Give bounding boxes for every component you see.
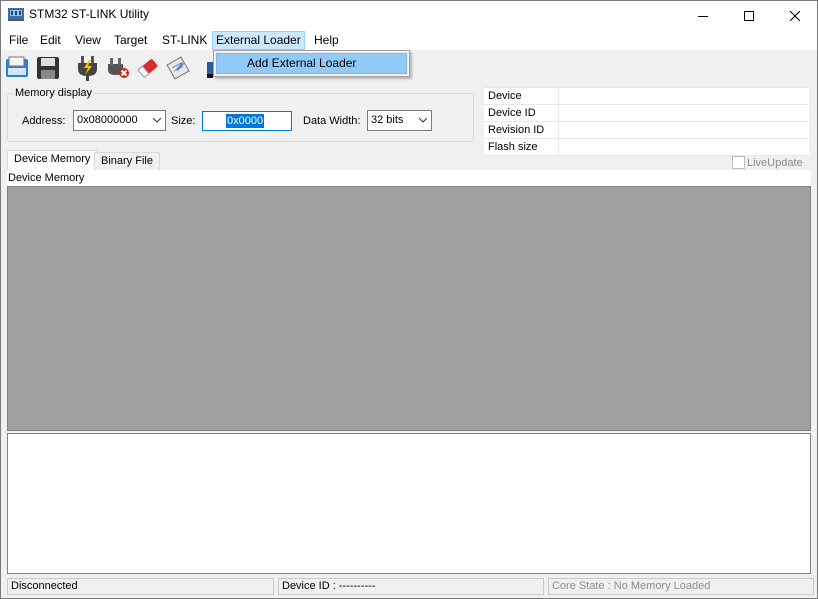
size-label: Size: (171, 115, 196, 127)
tab-device-memory[interactable]: Device Memory (7, 150, 98, 170)
log-area[interactable] (7, 433, 811, 574)
revision-id-key: Revision ID (488, 124, 545, 136)
live-update-checkbox[interactable] (732, 156, 745, 169)
tab-binary-file[interactable]: Binary File (94, 152, 160, 170)
close-icon (790, 10, 800, 21)
status-device-id: Device ID : ---------- (278, 578, 544, 595)
menu-file[interactable]: File (6, 31, 31, 50)
program-button[interactable] (164, 54, 192, 82)
menu-external-loader[interactable]: External Loader (212, 31, 305, 50)
minimize-button[interactable] (680, 1, 726, 30)
disconnect-icon (108, 58, 129, 78)
menu-st-link[interactable]: ST-LINK (159, 31, 210, 50)
chevron-down-icon (153, 117, 161, 123)
minimize-icon (698, 15, 708, 17)
window-title: STM32 ST-LINK Utility (29, 7, 150, 21)
device-id-row: Device ID (484, 105, 809, 122)
close-button[interactable] (772, 1, 818, 30)
data-width-combo[interactable]: 32 bits (367, 110, 432, 131)
maximize-icon (744, 10, 754, 21)
disconnect-button[interactable] (104, 54, 132, 82)
open-file-button[interactable] (4, 54, 32, 82)
address-combo[interactable]: 0x08000000 (73, 110, 166, 131)
status-connection: Disconnected (7, 578, 274, 595)
panel-title: Device Memory (8, 172, 85, 184)
live-update-label: LiveUpdate (747, 157, 803, 169)
device-id-key: Device ID (488, 107, 536, 119)
add-external-loader-label: Add External Loader (247, 56, 357, 70)
address-value: 0x08000000 (77, 114, 138, 126)
connect-icon (78, 56, 97, 81)
flash-size-key: Flash size (488, 141, 538, 153)
address-label: Address: (22, 115, 66, 127)
chevron-down-icon (419, 117, 427, 123)
erase-chip-button[interactable] (134, 54, 162, 82)
menu-help[interactable]: Help (311, 31, 342, 50)
app-icon (8, 7, 24, 21)
device-key: Device (488, 90, 522, 102)
device-info-grid: Device Device ID Revision ID Flash size (484, 87, 809, 156)
maximize-button[interactable] (726, 1, 772, 30)
flash-size-row: Flash size (484, 139, 809, 156)
device-row: Device (484, 88, 809, 105)
menu-edit[interactable]: Edit (37, 31, 64, 50)
program-icon (166, 56, 190, 80)
menu-view[interactable]: View (72, 31, 104, 50)
connect-button[interactable] (74, 54, 102, 82)
revision-id-row: Revision ID (484, 122, 809, 139)
data-width-label: Data Width: (303, 115, 361, 127)
panel-header (7, 170, 811, 187)
menu-target[interactable]: Target (111, 31, 150, 50)
memory-view-area[interactable] (7, 186, 811, 431)
memory-display-label: Memory display (13, 87, 95, 99)
save-icon (37, 57, 59, 79)
erase-chip-icon (137, 59, 158, 78)
open-file-icon (6, 56, 28, 77)
size-value: 0x0000 (226, 114, 265, 128)
data-width-value: 32 bits (371, 114, 404, 126)
save-button[interactable] (34, 54, 62, 82)
status-core-state: Core State : No Memory Loaded (548, 578, 814, 595)
